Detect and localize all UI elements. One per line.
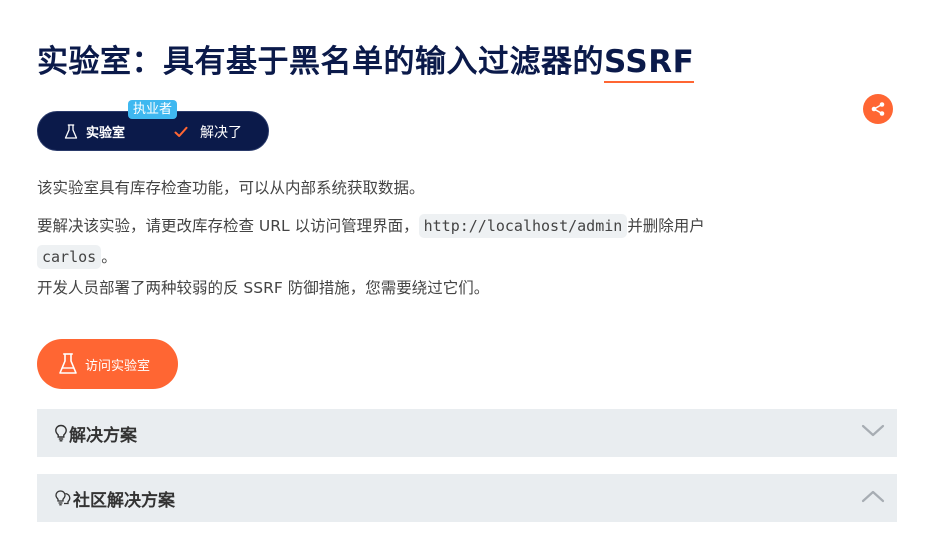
community-solutions-accordion-label: 社区解决方案 [73, 490, 175, 511]
access-lab-button[interactable]: 访问实验室 [37, 339, 178, 389]
flask-icon [64, 123, 78, 139]
solution-accordion-label: 解决方案 [69, 425, 137, 446]
flask-icon [59, 353, 77, 374]
share-button[interactable] [863, 94, 893, 124]
title-ssrf: SSRF [604, 44, 695, 83]
check-icon [174, 126, 188, 137]
chevron-down-icon [861, 424, 885, 437]
lightbulbs-icon [55, 490, 71, 506]
lab-label: 实验室 [86, 126, 126, 141]
instruction-text: 。 [101, 248, 117, 266]
username-code: carlos [37, 245, 102, 269]
lab-indicator: 实验室 [64, 122, 125, 141]
share-icon [871, 102, 885, 116]
description-paragraph-defenses: 开发人员部署了两种较弱的反 SSRF 防御措施，您需要绕过它们。 [37, 279, 490, 297]
admin-url-code: http://localhost/admin [418, 214, 628, 238]
level-badge: 执业者 [128, 100, 178, 119]
lab-status-widget: 执业者 实验室 解决了 [37, 100, 269, 151]
instruction-text: 并删除用户 [627, 217, 705, 235]
page-title: 实验室：具有基于黑名单的输入过滤器的SSRF [37, 36, 695, 83]
title-main: 实验室：具有基于黑名单的输入过滤器的 [37, 44, 604, 80]
solved-indicator: 解决了 [174, 122, 242, 142]
solved-label: 解决了 [200, 125, 242, 141]
chevron-up-icon [861, 490, 885, 503]
lab-description: 该实验室具有库存检查功能，可以从内部系统获取数据。 要解决该实验，请更改库存检查… [37, 177, 867, 299]
lightbulb-icon [55, 424, 67, 442]
instruction-text: 要解决该实验，请更改库存检查 URL 以访问管理界面， [37, 217, 419, 235]
community-solutions-accordion[interactable]: 社区解决方案 [37, 474, 897, 522]
solution-accordion[interactable]: 解决方案 [37, 409, 897, 457]
description-paragraph-instructions: 要解决该实验，请更改库存检查 URL 以访问管理界面， http://localh… [37, 211, 867, 273]
access-lab-label: 访问实验室 [85, 358, 151, 374]
description-paragraph: 该实验室具有库存检查功能，可以从内部系统获取数据。 [37, 179, 425, 197]
